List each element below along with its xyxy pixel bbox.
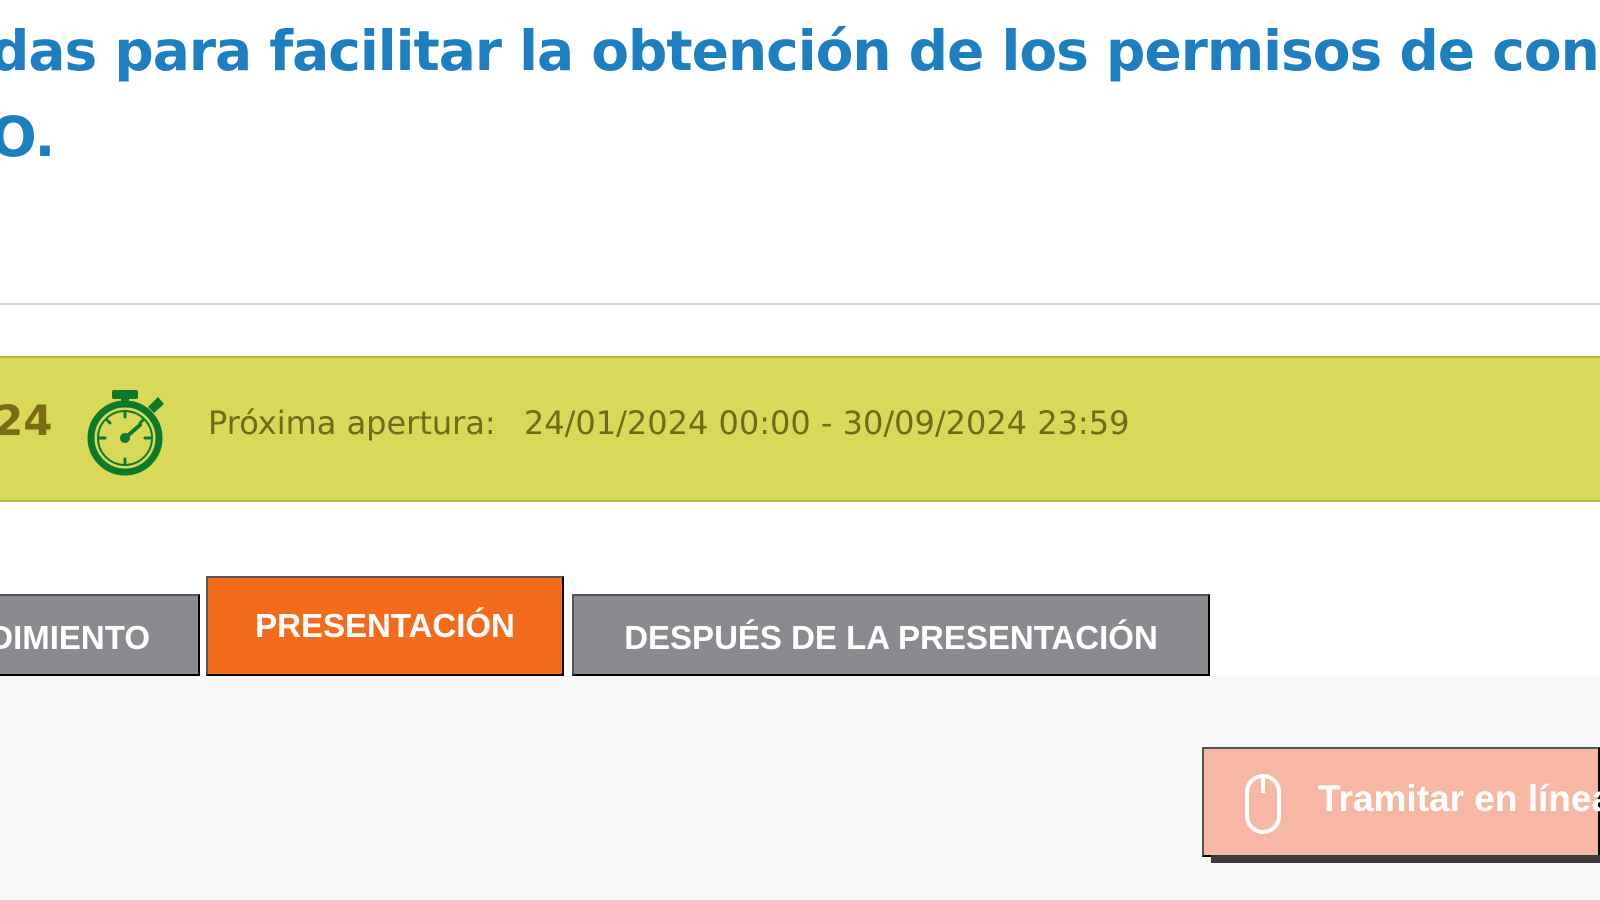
procedure-page: das para facilitar la obtención de los p… — [0, 0, 1600, 900]
page-title-line-2: O. — [0, 105, 55, 169]
page-title-line-1: das para facilitar la obtención de los p… — [0, 19, 1600, 83]
mouse-icon — [1244, 773, 1282, 835]
online-processing-button[interactable]: Tramitar en línea — [1202, 747, 1600, 863]
page-title: das para facilitar la obtención de los p… — [0, 8, 1600, 180]
procedure-tabs: DIMIENTO PRESENTACIÓN DESPUÉS DE LA PRES… — [0, 576, 1600, 676]
opening-label: Próxima apertura: — [208, 404, 496, 442]
tab-procedimiento[interactable]: DIMIENTO — [0, 594, 200, 676]
opening-date-range: 24/01/2024 00:00 - 30/09/2024 23:59 — [523, 404, 1130, 442]
opening-status-bar: 24 Próxima apertura: 24/01/2024 00:00 - … — [0, 356, 1600, 502]
stopwatch-icon — [82, 388, 168, 478]
tab-despues-presentacion[interactable]: DESPUÉS DE LA PRESENTACIÓN — [572, 594, 1210, 676]
tab-presentacion[interactable]: PRESENTACIÓN — [206, 576, 564, 676]
opening-date-text: Próxima apertura: 24/01/2024 00:00 - 30/… — [208, 407, 1129, 439]
status-previous-fragment: 24 — [0, 396, 53, 445]
title-divider — [0, 303, 1600, 305]
online-processing-label: Tramitar en línea — [1318, 778, 1600, 819]
